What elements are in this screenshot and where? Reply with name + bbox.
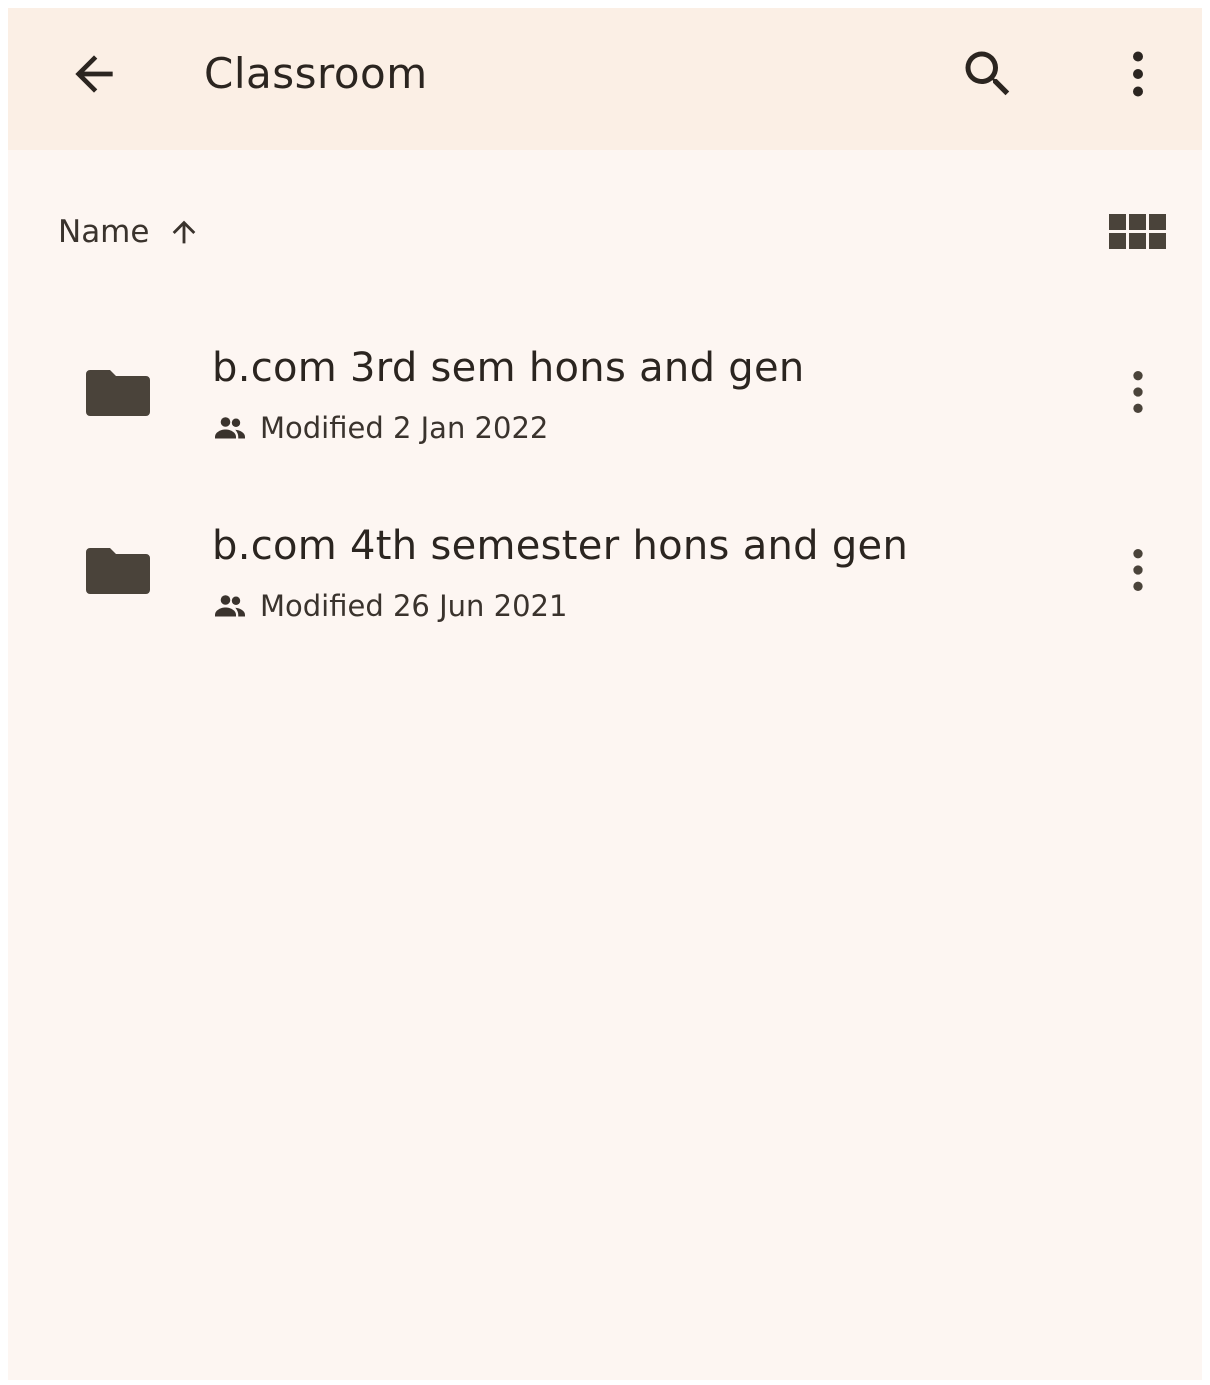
drive-folder-screen: Classroom Name b.com 3rd sem hons and ge… xyxy=(8,8,1202,1380)
folder-icon xyxy=(86,370,150,416)
page-title: Classroom xyxy=(204,49,428,98)
more-vert-icon xyxy=(1133,371,1143,413)
file-name: b.com 3rd sem hons and gen xyxy=(212,345,805,391)
arrow-up-icon xyxy=(167,215,201,249)
people-icon xyxy=(212,594,248,618)
search-icon xyxy=(965,51,1010,96)
list-item[interactable]: b.com 4th semester hons and gen Modified… xyxy=(8,506,1202,656)
top-app-bar: Classroom xyxy=(8,8,1202,150)
arrow-back-icon xyxy=(75,55,113,93)
sort-label: Name xyxy=(58,214,150,250)
file-meta: Modified 26 Jun 2021 xyxy=(212,586,567,626)
modified-date: Modified 2 Jan 2022 xyxy=(260,411,549,445)
more-vert-icon xyxy=(1133,51,1143,97)
search-button[interactable] xyxy=(952,38,1024,110)
modified-date: Modified 26 Jun 2021 xyxy=(260,589,568,623)
grid-view-toggle-button[interactable] xyxy=(1098,202,1178,262)
item-more-options-button[interactable] xyxy=(1102,356,1174,428)
grid-view-icon xyxy=(1109,214,1166,249)
file-meta: Modified 2 Jan 2022 xyxy=(212,408,548,448)
folder-icon xyxy=(86,548,150,594)
more-vert-icon xyxy=(1133,549,1143,591)
sort-bar: Name xyxy=(8,198,1202,268)
more-options-button[interactable] xyxy=(1102,38,1174,110)
sort-by-name-button[interactable]: Name xyxy=(58,204,201,260)
item-more-options-button[interactable] xyxy=(1102,534,1174,606)
back-button[interactable] xyxy=(58,38,130,110)
people-icon xyxy=(212,416,248,440)
list-item[interactable]: b.com 3rd sem hons and gen Modified 2 Ja… xyxy=(8,328,1202,478)
file-name: b.com 4th semester hons and gen xyxy=(212,523,909,569)
